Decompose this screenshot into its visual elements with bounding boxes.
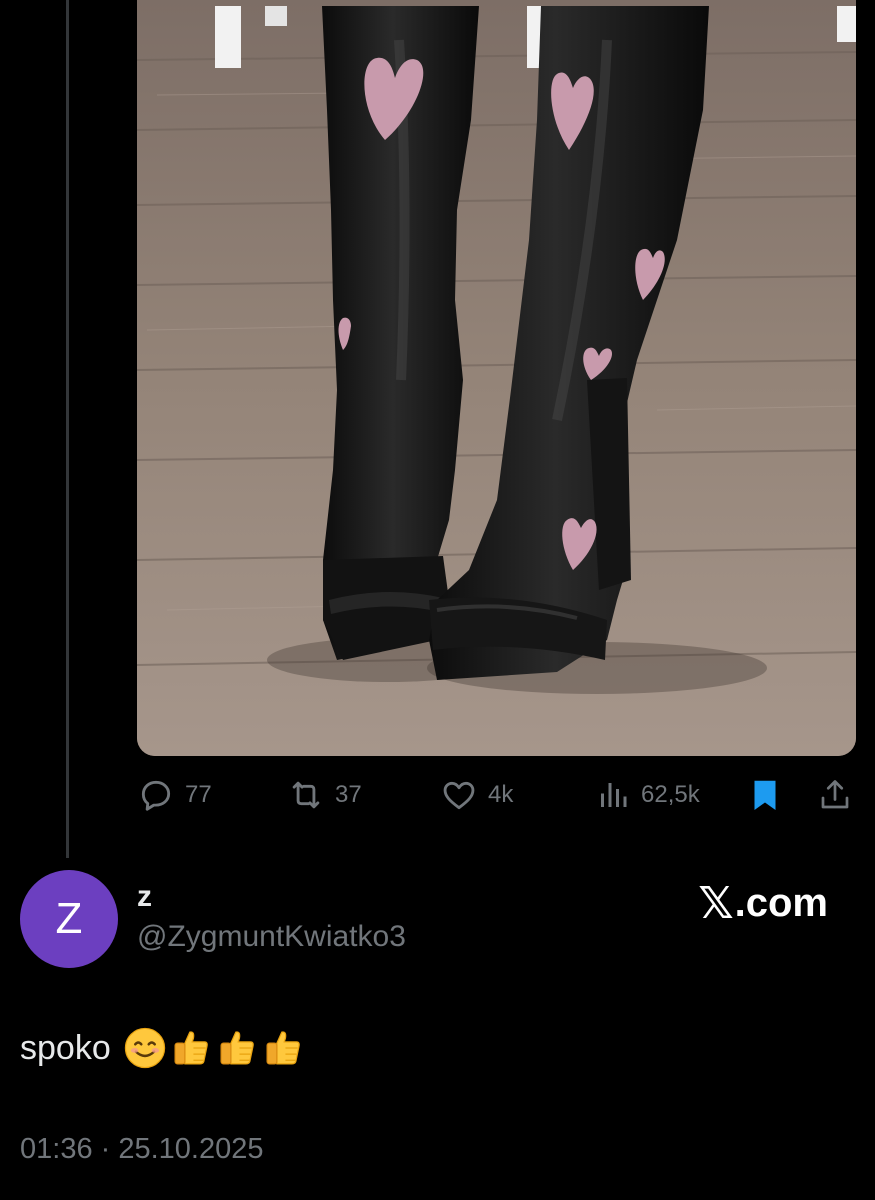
repost-button[interactable]: 37 — [287, 772, 362, 818]
views-button[interactable]: 62,5k — [595, 772, 700, 818]
repost-count: 37 — [335, 781, 362, 808]
brand-domain: .com — [734, 881, 828, 925]
tweet-media-photo[interactable] — [137, 0, 856, 756]
reply-button[interactable]: 77 — [137, 772, 212, 818]
tweet-action-bar: 77 37 4k 62,5k — [137, 772, 856, 818]
reply-count: 77 — [185, 781, 212, 808]
thread-connector-line — [66, 0, 69, 858]
smiling-face-emoji-icon — [124, 1027, 165, 1069]
reply-icon — [141, 780, 171, 811]
view-count: 62,5k — [641, 781, 700, 808]
reply-text: spoko — [20, 1026, 307, 1070]
share-icon — [821, 780, 849, 809]
repost-icon — [292, 781, 320, 809]
thumbs-up-emoji-icon — [174, 1031, 208, 1065]
x-logo-icon: 𝕏 — [698, 879, 734, 928]
user-handle[interactable]: @ZygmuntKwiatko3 — [137, 920, 406, 954]
like-icon — [443, 781, 475, 810]
thumbs-up-emoji-icon — [266, 1031, 300, 1065]
x-com-brand: 𝕏 .com — [698, 878, 828, 929]
avatar[interactable]: Z — [20, 870, 118, 968]
bookmark-button[interactable] — [747, 772, 783, 818]
post-timestamp[interactable]: 01:36 · 25.10.2025 — [20, 1133, 263, 1166]
share-button[interactable] — [817, 772, 853, 818]
like-count: 4k — [488, 781, 514, 808]
display-name[interactable]: z — [137, 880, 152, 914]
boots-photo — [137, 0, 856, 756]
thumbs-up-emoji-icon — [220, 1031, 254, 1065]
bookmark-icon — [754, 780, 776, 810]
avatar-letter: Z — [55, 894, 83, 943]
like-button[interactable]: 4k — [440, 772, 513, 818]
reply-text-content: spoko — [20, 1028, 111, 1067]
emoji-row — [123, 1026, 307, 1070]
views-icon — [601, 783, 627, 807]
